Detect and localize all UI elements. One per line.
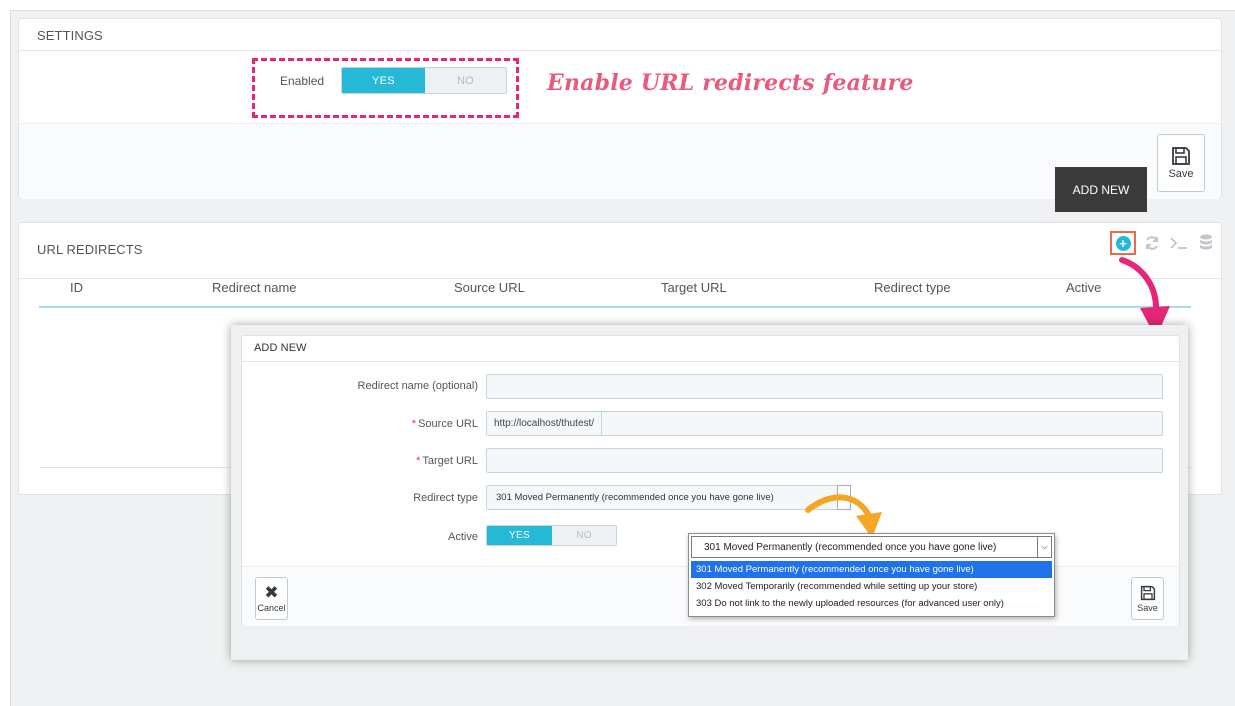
col-active[interactable]: Active xyxy=(1066,280,1101,295)
redirect-type-value: 301 Moved Permanently (recommended once … xyxy=(496,492,774,503)
target-url-label: * Target URL xyxy=(416,455,478,467)
enabled-annotation-box xyxy=(252,58,519,118)
dropdown-current-value: 301 Moved Permanently (recommended once … xyxy=(704,541,997,553)
redirects-table-header: ID Redirect name Source URL Target URL R… xyxy=(39,268,1191,308)
redirect-name-label: Redirect name (optional) xyxy=(357,380,478,392)
settings-heading: SETTINGS xyxy=(19,19,1221,51)
col-id[interactable]: ID xyxy=(70,280,83,295)
active-no-option[interactable]: NO xyxy=(552,526,616,545)
add-new-tooltip: ADD NEW xyxy=(1055,167,1147,212)
settings-panel: SETTINGS Enabled YES NO Save xyxy=(18,18,1222,199)
active-toggle[interactable]: YES NO xyxy=(486,525,617,546)
settings-save-button[interactable]: Save xyxy=(1157,134,1205,192)
modal-save-button[interactable]: Save xyxy=(1131,577,1164,620)
col-redirect-name[interactable]: Redirect name xyxy=(212,280,297,295)
settings-save-label: Save xyxy=(1168,168,1194,180)
refresh-icon[interactable] xyxy=(1143,234,1161,252)
col-target-url[interactable]: Target URL xyxy=(661,280,727,295)
floppy-icon xyxy=(1172,147,1190,165)
add-new-button[interactable]: + xyxy=(1110,231,1136,255)
source-url-prefix: http://localhost/thutest/ xyxy=(487,412,603,435)
active-yes-option[interactable]: YES xyxy=(487,526,552,545)
active-label: Active xyxy=(448,531,478,543)
redirect-type-select[interactable]: 301 Moved Permanently (recommended once … xyxy=(486,485,851,510)
add-new-heading: ADD NEW xyxy=(242,336,1179,362)
close-icon: ✖ xyxy=(264,583,279,602)
cancel-button[interactable]: ✖ Cancel xyxy=(255,577,288,620)
dropdown-option-303[interactable]: 303 Do not link to the newly uploaded re… xyxy=(691,595,1052,612)
chevron-down-icon: ⌵ xyxy=(1037,537,1051,557)
cancel-label: Cancel xyxy=(257,603,286,613)
add-icon: + xyxy=(1115,235,1131,251)
dropdown-current-select[interactable]: 301 Moved Permanently (recommended once … xyxy=(691,536,1052,558)
redirect-name-input[interactable] xyxy=(486,374,1163,399)
col-source-url[interactable]: Source URL xyxy=(454,280,525,295)
modal-save-label: Save xyxy=(1137,602,1158,613)
redirect-type-label: Redirect type xyxy=(413,492,478,504)
redirect-type-dropdown: 301 Moved Permanently (recommended once … xyxy=(688,533,1055,617)
target-url-input[interactable] xyxy=(486,448,1163,473)
source-url-input[interactable]: http://localhost/thutest/ xyxy=(486,411,1163,436)
enabled-annotation-text: Enable URL redirects feature xyxy=(547,70,914,96)
database-icon[interactable] xyxy=(1197,234,1215,252)
col-redirect-type[interactable]: Redirect type xyxy=(874,280,951,295)
dropdown-option-301[interactable]: 301 Moved Permanently (recommended once … xyxy=(691,561,1052,578)
dropdown-option-302[interactable]: 302 Moved Temporarily (recommended while… xyxy=(691,578,1052,595)
redirects-toolbar: + xyxy=(1110,231,1215,255)
settings-footer: Save xyxy=(19,123,1221,199)
floppy-icon xyxy=(1140,585,1155,600)
terminal-icon[interactable] xyxy=(1168,234,1190,252)
source-url-label: * Source URL xyxy=(411,418,478,430)
